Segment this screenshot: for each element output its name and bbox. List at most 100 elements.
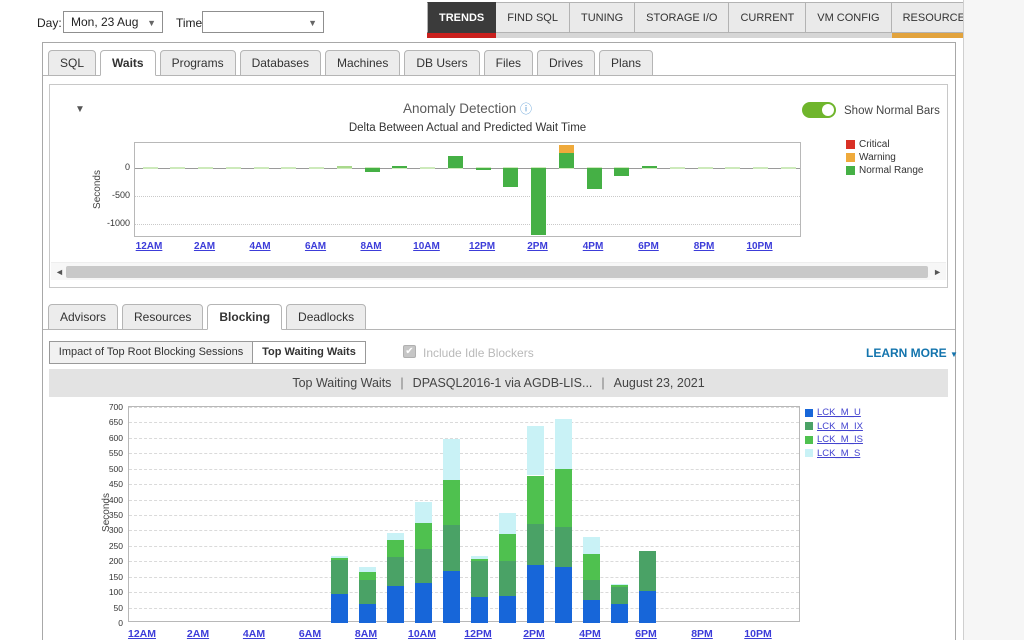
scrollbar-thumb[interactable] — [66, 266, 928, 278]
x-axis-link-4am[interactable]: 4AM — [232, 628, 276, 640]
anomaly-bar[interactable] — [365, 168, 380, 172]
tab-deadlocks[interactable]: Deadlocks — [286, 304, 366, 330]
stacked-bar-segment-lck_m_ix[interactable] — [499, 561, 516, 595]
stacked-bar-segment-lck_m_s[interactable] — [359, 567, 376, 572]
stacked-bar-segment-lck_m_u[interactable] — [527, 565, 544, 623]
nav-item-storage-i-o[interactable]: STORAGE I/O — [635, 2, 729, 38]
stacked-bar-segment-lck_m_is[interactable] — [583, 554, 600, 580]
stacked-bar-segment-lck_m_s[interactable] — [415, 502, 432, 523]
stacked-bar-segment-lck_m_ix[interactable] — [639, 551, 656, 590]
stacked-bar-segment-lck_m_is[interactable] — [415, 523, 432, 549]
x-axis-link-12am[interactable]: 12AM — [127, 241, 171, 252]
x-axis-link-8am[interactable]: 8AM — [344, 628, 388, 640]
tab-waits[interactable]: Waits — [100, 50, 156, 76]
scroll-right-icon[interactable]: ► — [933, 264, 942, 280]
learn-more-link[interactable]: LEARN MORE ▼ — [866, 346, 958, 360]
tab-programs[interactable]: Programs — [160, 50, 236, 76]
tab-plans[interactable]: Plans — [599, 50, 653, 76]
anomaly-bar[interactable] — [587, 168, 602, 188]
day-select[interactable]: Mon, 23 Aug ▼ — [63, 11, 163, 33]
x-axis-link-10pm[interactable]: 10PM — [738, 241, 782, 252]
stacked-bar-segment-lck_m_s[interactable] — [443, 439, 460, 480]
stacked-bar-segment-lck_m_ix[interactable] — [555, 527, 572, 567]
impact-top-root-blocking-button[interactable]: Impact of Top Root Blocking Sessions — [49, 341, 253, 364]
stacked-bar-segment-lck_m_ix[interactable] — [331, 560, 348, 593]
stacked-bar-segment-lck_m_ix[interactable] — [471, 561, 488, 597]
x-axis-link-4am[interactable]: 4AM — [238, 241, 282, 252]
x-axis-link-2am[interactable]: 2AM — [176, 628, 220, 640]
stacked-bar-segment-lck_m_u[interactable] — [639, 591, 656, 623]
x-axis-link-6am[interactable]: 6AM — [294, 241, 338, 252]
nav-item-find-sql[interactable]: FIND SQL — [496, 2, 570, 38]
anomaly-bar[interactable] — [531, 168, 546, 235]
anomaly-bar[interactable] — [448, 156, 463, 168]
stacked-bar-segment-lck_m_s[interactable] — [583, 537, 600, 555]
anomaly-bar[interactable] — [559, 153, 574, 168]
stacked-bar-segment-lck_m_u[interactable] — [471, 597, 488, 623]
time-select[interactable]: ▼ — [202, 11, 324, 33]
legend-link-lck_m_is[interactable]: LCK_M_IS — [817, 434, 863, 445]
x-axis-link-6am[interactable]: 6AM — [288, 628, 332, 640]
stacked-bar-segment-lck_m_is[interactable] — [527, 476, 544, 524]
stacked-bar-segment-lck_m_ix[interactable] — [387, 557, 404, 586]
stacked-bar-segment-lck_m_u[interactable] — [583, 600, 600, 623]
stacked-bar-segment-lck_m_u[interactable] — [415, 583, 432, 623]
anomaly-bar[interactable] — [337, 166, 352, 168]
top-waiting-waits-button[interactable]: Top Waiting Waits — [252, 341, 366, 364]
show-normal-bars-toggle[interactable] — [802, 102, 836, 118]
x-axis-link-6pm[interactable]: 6PM — [627, 241, 671, 252]
nav-item-tuning[interactable]: TUNING — [570, 2, 635, 38]
stacked-bar-segment-lck_m_u[interactable] — [359, 604, 376, 623]
tab-advisors[interactable]: Advisors — [48, 304, 118, 330]
x-axis-link-8pm[interactable]: 8PM — [682, 241, 726, 252]
stacked-bar-segment-lck_m_is[interactable] — [359, 572, 376, 580]
x-axis-link-10pm[interactable]: 10PM — [736, 628, 780, 640]
x-axis-link-4pm[interactable]: 4PM — [568, 628, 612, 640]
tab-machines[interactable]: Machines — [325, 50, 400, 76]
stacked-bar-segment-lck_m_ix[interactable] — [527, 524, 544, 565]
include-idle-blockers-checkbox[interactable]: ✔ — [403, 345, 416, 358]
stacked-bar-segment-lck_m_ix[interactable] — [583, 580, 600, 599]
x-axis-link-12am[interactable]: 12AM — [120, 628, 164, 640]
stacked-bar-segment-lck_m_is[interactable] — [387, 540, 404, 557]
stacked-bar-segment-lck_m_s[interactable] — [555, 419, 572, 469]
anomaly-bar[interactable] — [503, 168, 518, 187]
nav-item-vm-config[interactable]: VM CONFIG — [806, 2, 891, 38]
x-axis-link-2pm[interactable]: 2PM — [516, 241, 560, 252]
stacked-bar-segment-lck_m_ix[interactable] — [443, 525, 460, 572]
x-axis-link-10am[interactable]: 10AM — [400, 628, 444, 640]
stacked-bar-segment-lck_m_is[interactable] — [331, 558, 348, 561]
anomaly-bar[interactable] — [476, 168, 491, 170]
stacked-bar-segment-lck_m_u[interactable] — [611, 604, 628, 623]
x-axis-link-4pm[interactable]: 4PM — [571, 241, 615, 252]
nav-item-trends[interactable]: TRENDS — [427, 2, 496, 38]
tab-db-users[interactable]: DB Users — [404, 50, 479, 76]
stacked-bar-segment-lck_m_u[interactable] — [499, 596, 516, 623]
anomaly-bar[interactable] — [614, 168, 629, 176]
scroll-left-icon[interactable]: ◄ — [55, 264, 64, 280]
x-axis-link-12pm[interactable]: 12PM — [460, 241, 504, 252]
x-axis-link-2am[interactable]: 2AM — [183, 241, 227, 252]
horizontal-scrollbar[interactable]: ◄ ► — [51, 262, 946, 280]
legend-link-lck_m_s[interactable]: LCK_M_S — [817, 448, 860, 459]
collapse-caret-icon[interactable]: ▼ — [75, 104, 85, 115]
anomaly-bar[interactable] — [392, 166, 407, 169]
stacked-bar-segment-lck_m_is[interactable] — [443, 480, 460, 525]
x-axis-link-8pm[interactable]: 8PM — [680, 628, 724, 640]
stacked-bar-segment-lck_m_u[interactable] — [331, 594, 348, 623]
anomaly-bar[interactable] — [642, 166, 657, 168]
tab-files[interactable]: Files — [484, 50, 533, 76]
stacked-bar-segment-lck_m_s[interactable] — [527, 426, 544, 475]
stacked-bar-segment-lck_m_s[interactable] — [331, 556, 348, 558]
stacked-bar-segment-lck_m_s[interactable] — [611, 584, 628, 585]
tab-databases[interactable]: Databases — [240, 50, 321, 76]
anomaly-warning-bar[interactable] — [559, 145, 574, 153]
stacked-bar-segment-lck_m_is[interactable] — [471, 559, 488, 561]
tab-blocking[interactable]: Blocking — [207, 304, 282, 330]
stacked-bar-segment-lck_m_s[interactable] — [471, 556, 488, 558]
stacked-bar-segment-lck_m_ix[interactable] — [415, 549, 432, 583]
x-axis-link-2pm[interactable]: 2PM — [512, 628, 556, 640]
info-icon[interactable]: ⓘ — [520, 102, 532, 116]
stacked-bar-segment-lck_m_u[interactable] — [555, 567, 572, 623]
stacked-bar-segment-lck_m_is[interactable] — [611, 584, 628, 587]
